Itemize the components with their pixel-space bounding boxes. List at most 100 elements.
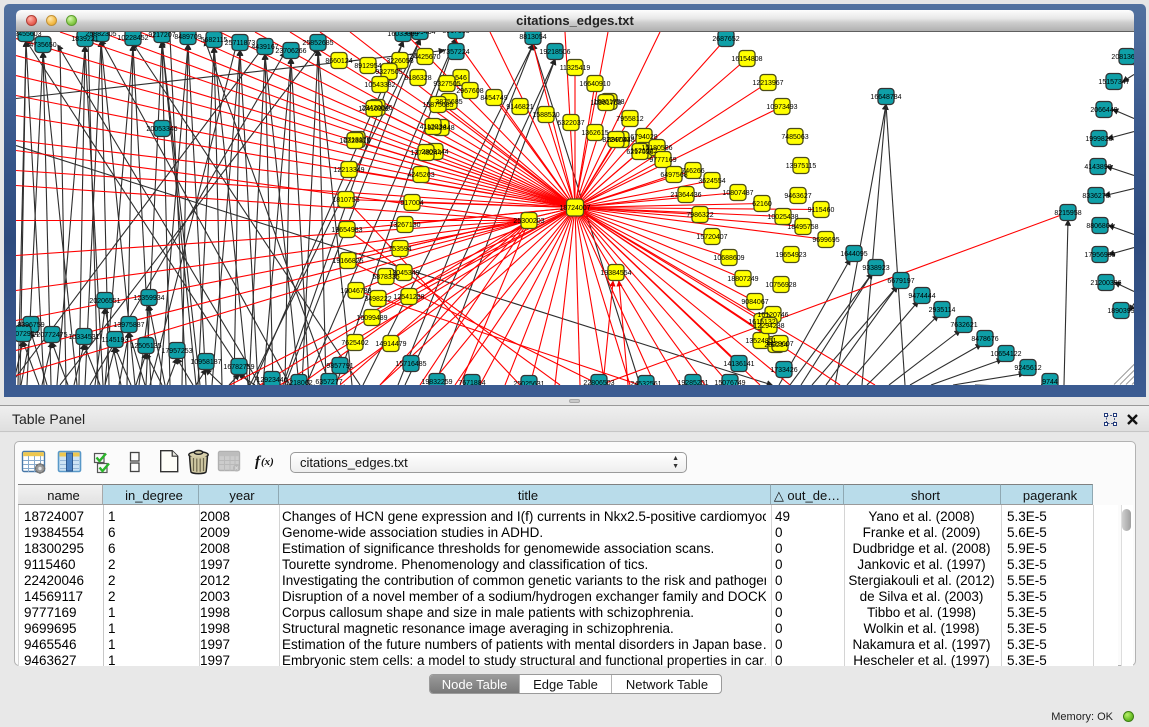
svg-text:8224730: 8224730 [602,137,629,144]
svg-text:16072954: 16072954 [16,331,39,338]
svg-text:8336273: 8336273 [1082,193,1109,200]
svg-text:10807487: 10807487 [722,190,753,197]
svg-text:12923446: 12923446 [256,377,287,384]
svg-text:14136141: 14136141 [723,361,754,368]
svg-text:10961768: 10961768 [590,100,621,107]
svg-text:6357277: 6357277 [315,379,342,385]
svg-text:8660124: 8660124 [325,58,352,65]
svg-text:15076749: 15076749 [714,380,745,385]
svg-text:12416912: 12416912 [358,106,389,113]
svg-text:9699695: 9699695 [812,237,839,244]
svg-text:9777169: 9777169 [649,157,676,164]
svg-text:19166825: 19166825 [332,258,363,265]
svg-text:8215958: 8215958 [1054,210,1081,217]
svg-text:10323815: 10323815 [339,138,370,145]
svg-text:25882305: 25882305 [85,32,116,38]
svg-text:2935114: 2935114 [929,307,956,314]
svg-text:7955812: 7955812 [616,116,643,123]
svg-text:10958187: 10958187 [190,359,221,366]
svg-text:16648784: 16648784 [870,94,901,101]
svg-text:23706266: 23706266 [275,48,306,55]
svg-text:16099489: 16099489 [356,315,387,322]
svg-text:9146821: 9146821 [506,104,533,111]
svg-text:19654983: 19654983 [331,227,362,234]
svg-text:16640910: 16640910 [579,81,610,88]
svg-text:8186328: 8186328 [404,75,431,82]
svg-text:25025631: 25025631 [513,381,544,385]
svg-text:10228452: 10228452 [117,35,148,42]
svg-text:20053346: 20053346 [146,126,177,133]
svg-text:21364436: 21364436 [670,192,701,199]
svg-text:1999828: 1999828 [1085,136,1112,143]
svg-text:2687652: 2687652 [712,36,739,43]
svg-text:1362615: 1362615 [581,130,608,137]
svg-text:13748244: 13748244 [410,150,441,157]
svg-text:7485063: 7485063 [781,134,808,141]
svg-text:9084067: 9084067 [741,299,768,306]
svg-text:12294238: 12294238 [753,323,784,330]
svg-text:9217207: 9217207 [148,32,175,39]
svg-text:4735650: 4735650 [29,42,56,49]
svg-text:9327505: 9327505 [433,81,460,88]
svg-text:7625402: 7625402 [341,340,368,347]
svg-text:3498222: 3498222 [364,296,391,303]
svg-text:22455603: 22455603 [16,32,42,38]
svg-text:17957253: 17957253 [161,348,192,355]
svg-text:15720407: 15720407 [696,234,727,241]
svg-text:13975887: 13975887 [113,322,144,329]
svg-text:9744: 9744 [1042,379,1058,385]
svg-text:4429607: 4429607 [766,341,793,348]
svg-text:19218506: 19218506 [539,49,570,56]
svg-text:13045349: 13045349 [388,270,419,277]
svg-text:9115460: 9115460 [808,207,835,214]
svg-text:2967608: 2967608 [456,88,483,95]
svg-text:8396759: 8396759 [17,322,44,329]
svg-text:3624554: 3624554 [698,178,725,185]
svg-text:(x): (x) [261,456,274,468]
svg-text:24532561: 24532561 [630,381,661,385]
svg-text:9857791: 9857791 [326,363,353,370]
svg-text:753594: 753594 [388,246,411,253]
svg-text:8813054: 8813054 [519,34,546,41]
svg-text:746266: 746266 [681,168,704,175]
svg-text:10973493: 10973493 [766,104,797,111]
svg-text:1810755: 1810755 [332,197,359,204]
svg-text:8806804: 8806804 [1086,223,1113,230]
svg-text:11325419: 11325419 [560,65,591,72]
svg-text:4143890: 4143890 [1084,164,1111,171]
svg-text:25852685: 25852685 [302,40,333,47]
svg-text:10046788: 10046788 [340,288,371,295]
svg-text:12213967: 12213967 [752,80,783,87]
svg-text:16782759: 16782759 [223,364,254,371]
svg-text:18724007: 18724007 [559,205,590,212]
svg-text:25300203: 25300203 [513,218,544,225]
svg-text:7632621: 7632621 [950,322,977,329]
svg-text:8454749: 8454749 [480,95,507,102]
svg-text:10543382: 10543382 [364,82,395,89]
svg-text:1218062: 1218062 [285,380,312,385]
svg-text:17956909: 17956909 [1084,252,1115,259]
svg-text:12359934: 12359934 [133,295,164,302]
svg-text:6217026: 6217026 [626,149,653,156]
svg-text:9327505: 9327505 [375,69,402,76]
svg-text:5682115: 5682115 [201,37,228,44]
svg-text:9338923: 9338923 [862,265,889,272]
svg-text:19384554: 19384554 [600,270,631,277]
svg-text:7986322: 7986322 [686,212,713,219]
svg-text:1890399: 1890399 [1107,308,1134,315]
svg-text:24425670: 24425670 [409,54,440,61]
svg-text:20206551: 20206551 [89,298,120,305]
svg-text:19654923: 19654923 [775,252,806,259]
svg-text:6322037: 6322037 [557,120,584,127]
svg-text:9474444: 9474444 [908,293,935,300]
svg-text:2066449: 2066449 [1090,107,1117,114]
svg-text:7357224: 7357224 [442,49,469,56]
svg-text:1588520: 1588520 [532,112,559,119]
svg-text:8489709: 8489709 [174,34,201,41]
svg-text:7671884: 7671884 [458,380,485,385]
svg-text:12213349: 12213349 [333,167,364,174]
svg-text:917004: 917004 [400,200,423,207]
svg-text:15875685: 15875685 [422,102,453,109]
svg-text:4245263: 4245263 [407,172,434,179]
svg-text:16120746: 16120746 [757,312,788,319]
